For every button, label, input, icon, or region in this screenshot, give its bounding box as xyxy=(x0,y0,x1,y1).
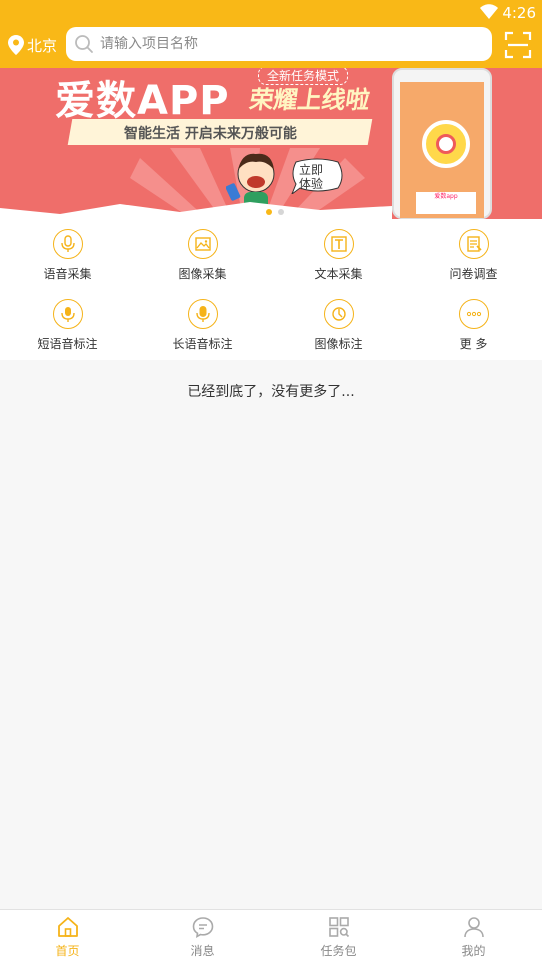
category-questionnaire[interactable]: 问卷调查 xyxy=(406,219,541,289)
search-icon xyxy=(75,35,93,53)
category-label: 长语音标注 xyxy=(172,337,233,351)
status-bar: 4:26 xyxy=(0,0,542,24)
category-label: 图像标注 xyxy=(314,337,363,351)
category-image-collect[interactable]: 图像采集 xyxy=(135,219,270,289)
bottom-tab-bar: 首页 消息 任务包 我的 xyxy=(0,909,542,964)
category-long-voice-tag[interactable]: 长语音标注 xyxy=(135,289,270,359)
category-text-collect[interactable]: 文本采集 xyxy=(271,219,406,289)
category-label: 语音采集 xyxy=(43,267,92,281)
torn-edge-decoration xyxy=(0,202,392,219)
search-box[interactable] xyxy=(66,27,492,61)
microphone-icon xyxy=(52,229,83,259)
city-label: 北京 xyxy=(27,36,58,55)
category-image-tag[interactable]: 图像标注 xyxy=(271,289,406,359)
home-icon xyxy=(57,917,78,937)
tab-label: 我的 xyxy=(461,944,486,958)
promo-banner[interactable]: 爱数APP 全新任务模式 荣耀上线啦 智能生活 开启未来万般可能 立即 体验 爱… xyxy=(0,68,542,219)
profile-icon xyxy=(463,917,484,938)
category-label: 图像采集 xyxy=(178,267,227,281)
end-of-list-message: 已经到底了，没有更多了... xyxy=(187,384,355,400)
more-icon xyxy=(458,299,489,329)
category-more[interactable]: 更 多 xyxy=(406,289,541,359)
bubble-line-1: 立即 xyxy=(299,163,324,177)
location-pin-icon xyxy=(8,35,24,55)
short-voice-icon xyxy=(52,299,83,329)
carousel-indicator xyxy=(266,209,284,215)
image-icon xyxy=(187,229,218,259)
category-voice-collect[interactable]: 语音采集 xyxy=(0,219,135,289)
banner-title: 爱数APP xyxy=(55,78,230,124)
image-tag-icon xyxy=(323,299,354,329)
category-label: 更 多 xyxy=(459,337,488,351)
carousel-dot[interactable] xyxy=(278,209,284,215)
search-header: 北京 xyxy=(0,24,542,68)
long-voice-icon xyxy=(187,299,218,329)
search-input[interactable] xyxy=(100,36,460,52)
city-selector[interactable]: 北京 xyxy=(8,33,57,57)
tab-label: 首页 xyxy=(55,944,80,958)
tab-label: 消息 xyxy=(190,944,215,958)
banner-tagline: 智能生活 开启未来万般可能 xyxy=(124,126,297,142)
questionnaire-icon xyxy=(458,229,489,259)
message-icon xyxy=(192,917,213,939)
tab-profile[interactable]: 我的 xyxy=(406,915,541,959)
category-grid: 语音采集 图像采集 文本采集 问卷调查 短语音标注 长语音标注 图像标注 更 多 xyxy=(0,219,542,360)
tab-messages[interactable]: 消息 xyxy=(135,915,270,959)
tab-task-package[interactable]: 任务包 xyxy=(271,915,406,959)
wifi-icon xyxy=(480,4,498,19)
text-icon xyxy=(323,229,354,259)
task-package-icon xyxy=(328,917,349,938)
scan-icon[interactable] xyxy=(504,31,532,59)
category-label: 短语音标注 xyxy=(37,337,98,351)
status-time: 4:26 xyxy=(502,4,536,22)
category-label: 问卷调查 xyxy=(449,267,498,281)
bubble-line-2: 体验 xyxy=(299,177,324,191)
category-label: 文本采集 xyxy=(314,267,363,281)
tab-label: 任务包 xyxy=(320,944,357,958)
category-short-voice-tag[interactable]: 短语音标注 xyxy=(0,289,135,359)
tab-home[interactable]: 首页 xyxy=(0,915,135,959)
banner-slogan: 荣耀上线啦 xyxy=(247,86,372,114)
timer-dial-icon xyxy=(422,120,470,168)
bubble-text-cta[interactable]: 立即 体验 xyxy=(299,163,323,191)
carousel-dot-active[interactable] xyxy=(266,209,272,215)
